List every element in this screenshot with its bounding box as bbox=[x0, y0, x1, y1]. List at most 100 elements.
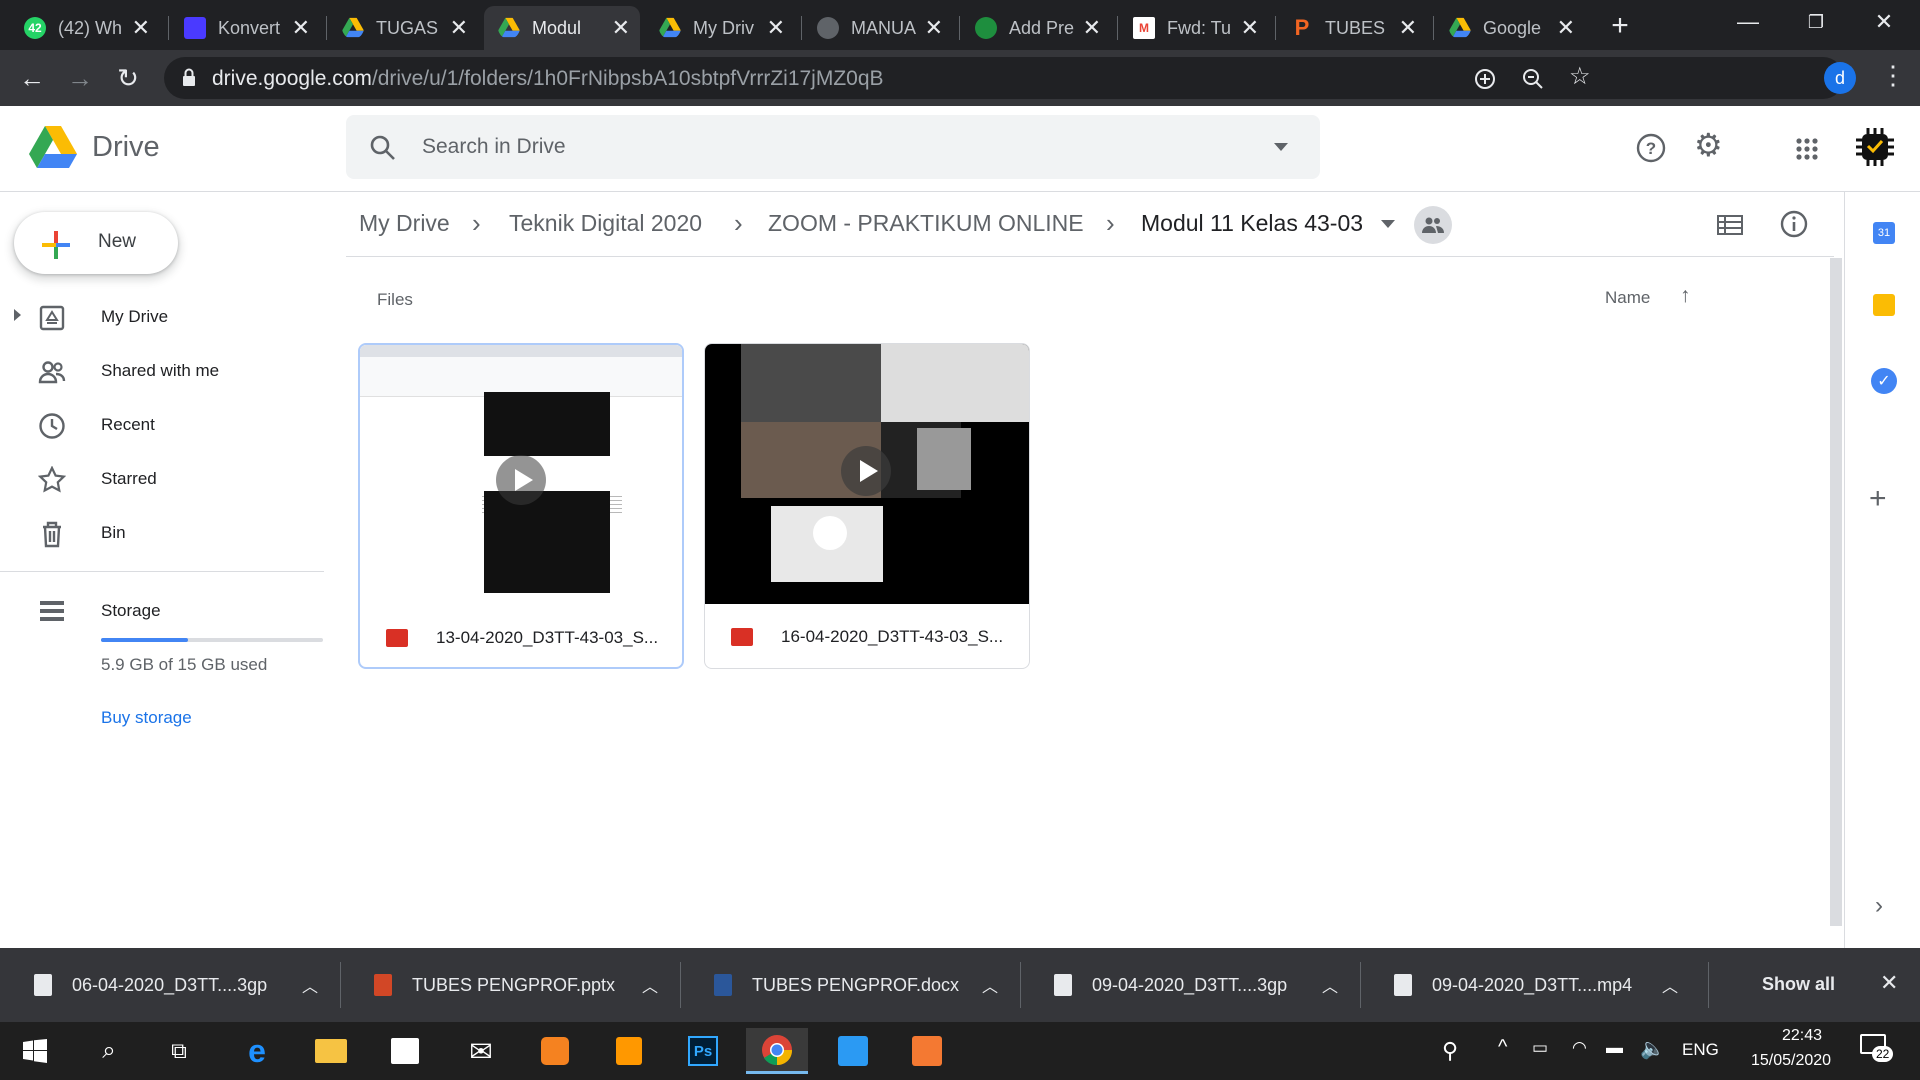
task-view-icon[interactable]: ⧉ bbox=[148, 1028, 210, 1074]
sidebar-item-storage[interactable]: Storage bbox=[0, 588, 320, 636]
add-circle-icon[interactable] bbox=[1474, 68, 1496, 90]
close-icon[interactable]: ✕ bbox=[612, 15, 630, 41]
photoshop-icon[interactable]: Ps bbox=[672, 1028, 734, 1074]
new-tab-button[interactable]: + bbox=[1592, 4, 1648, 48]
download-item[interactable]: TUBES PENGPROF.pptx ︿ bbox=[340, 948, 680, 1022]
close-icon[interactable]: ✕ bbox=[767, 15, 785, 41]
close-icon[interactable]: ✕ bbox=[925, 15, 943, 41]
breadcrumb-my-drive[interactable]: My Drive bbox=[359, 210, 450, 237]
restore-button[interactable]: ❐ bbox=[1788, 0, 1844, 44]
menu-icon[interactable]: ⋮ bbox=[1880, 60, 1906, 91]
file-card[interactable]: 16-04-2020_D3TT-43-03_S... bbox=[704, 343, 1030, 669]
forward-button[interactable]: → bbox=[62, 60, 98, 96]
close-window-button[interactable]: ✕ bbox=[1856, 0, 1912, 44]
close-icon[interactable]: ✕ bbox=[292, 15, 310, 41]
close-icon[interactable]: ✕ bbox=[450, 15, 468, 41]
download-item[interactable]: 09-04-2020_D3TT....mp4 ︿ bbox=[1360, 948, 1700, 1022]
clock-date[interactable]: 15/05/2020 bbox=[1736, 1052, 1846, 1070]
download-item[interactable]: 06-04-2020_D3TT....3gp ︿ bbox=[0, 948, 340, 1022]
show-all-button[interactable]: Show all bbox=[1748, 966, 1849, 1004]
play-icon[interactable] bbox=[496, 455, 546, 505]
breadcrumb-zoom-praktikum[interactable]: ZOOM - PRAKTIKUM ONLINE bbox=[768, 210, 1084, 237]
close-icon[interactable]: ✕ bbox=[1399, 15, 1417, 41]
chevron-up-icon[interactable]: ^ bbox=[1498, 1036, 1507, 1059]
mail-icon[interactable]: ✉ bbox=[450, 1028, 512, 1074]
search-box[interactable]: Search in Drive bbox=[346, 115, 1320, 179]
sidebar-item-starred[interactable]: Starred bbox=[0, 456, 320, 504]
tab-tugas[interactable]: TUGAS ✕ bbox=[328, 6, 478, 50]
download-item[interactable]: TUBES PENGPROF.docx ︿ bbox=[680, 948, 1020, 1022]
search-icon[interactable] bbox=[370, 135, 396, 161]
sublime-icon[interactable] bbox=[598, 1028, 660, 1074]
chevron-right-icon[interactable]: › bbox=[1875, 892, 1883, 920]
word-icon[interactable] bbox=[822, 1028, 884, 1074]
start-button[interactable] bbox=[4, 1028, 66, 1074]
play-icon[interactable] bbox=[841, 446, 891, 496]
search-options-icon[interactable] bbox=[1274, 143, 1288, 151]
sidebar-item-recent[interactable]: Recent bbox=[0, 402, 320, 450]
clock-time[interactable]: 22:43 bbox=[1762, 1027, 1842, 1045]
close-downloads-icon[interactable]: ✕ bbox=[1880, 970, 1898, 996]
file-card[interactable]: 13-04-2020_D3TT-43-03_S... bbox=[358, 343, 684, 669]
chevron-up-icon[interactable]: ︿ bbox=[1322, 973, 1338, 997]
keep-icon[interactable] bbox=[1873, 294, 1895, 316]
close-icon[interactable]: ✕ bbox=[132, 15, 150, 41]
profile-avatar[interactable]: d bbox=[1824, 62, 1856, 94]
back-button[interactable]: ← bbox=[14, 60, 50, 96]
sidebar-item-bin[interactable]: Bin bbox=[0, 510, 320, 558]
info-icon[interactable] bbox=[1780, 210, 1808, 238]
battery-icon[interactable]: ▬ bbox=[1606, 1038, 1623, 1058]
buy-storage-link[interactable]: Buy storage bbox=[101, 708, 192, 728]
chevron-up-icon[interactable]: ︿ bbox=[982, 973, 998, 997]
people-icon[interactable]: ⚲ bbox=[1442, 1038, 1458, 1064]
breadcrumb-teknik-digital[interactable]: Teknik Digital 2020 bbox=[509, 210, 702, 237]
close-icon[interactable]: ✕ bbox=[1241, 15, 1259, 41]
close-icon[interactable]: ✕ bbox=[1083, 15, 1101, 41]
zoom-icon[interactable] bbox=[1522, 68, 1544, 90]
tab-manual[interactable]: MANUA ✕ bbox=[803, 6, 953, 50]
tab-modul[interactable]: Modul ✕ bbox=[484, 6, 640, 50]
store-icon[interactable] bbox=[374, 1028, 436, 1074]
search-input[interactable]: Search in Drive bbox=[422, 135, 566, 159]
wps-presentation-icon[interactable] bbox=[896, 1028, 958, 1074]
settings-gear-icon[interactable]: ⚙ bbox=[1694, 126, 1723, 164]
bookmark-star-icon[interactable]: ☆ bbox=[1569, 62, 1591, 91]
tab-gmail[interactable]: M Fwd: Tu ✕ bbox=[1119, 6, 1269, 50]
tasks-icon[interactable]: ✓ bbox=[1871, 368, 1897, 394]
close-icon[interactable]: ✕ bbox=[1557, 15, 1575, 41]
edge-icon[interactable]: e bbox=[226, 1028, 288, 1074]
download-item[interactable]: 09-04-2020_D3TT....3gp ︿ bbox=[1020, 948, 1360, 1022]
expand-arrow-icon[interactable] bbox=[14, 309, 21, 321]
google-drive-logo-icon[interactable] bbox=[28, 126, 78, 170]
search-taskbar-icon[interactable]: ⌕ bbox=[78, 1028, 140, 1074]
sidebar-item-shared[interactable]: Shared with me bbox=[0, 348, 320, 396]
calendar-icon[interactable]: 31 bbox=[1873, 222, 1895, 244]
shared-folder-icon[interactable] bbox=[1414, 206, 1452, 244]
battery-alert-icon[interactable]: ▭ bbox=[1532, 1038, 1548, 1058]
sidebar-item-my-drive[interactable]: My Drive bbox=[0, 294, 320, 342]
tab-google[interactable]: Google ✕ bbox=[1435, 6, 1585, 50]
chevron-down-icon[interactable] bbox=[1381, 220, 1395, 228]
tab-my-drive[interactable]: My Driv ✕ bbox=[645, 6, 795, 50]
chevron-up-icon[interactable]: ︿ bbox=[1662, 973, 1678, 997]
tab-whatsapp[interactable]: 42 (42) Wh ✕ bbox=[10, 6, 160, 50]
add-addon-icon[interactable]: + bbox=[1869, 482, 1887, 516]
list-view-icon[interactable] bbox=[1717, 215, 1743, 235]
sort-label[interactable]: Name bbox=[1605, 288, 1650, 308]
chevron-up-icon[interactable]: ︿ bbox=[302, 973, 318, 997]
address-bar[interactable]: drive.google.com/drive/u/1/folders/1h0Fr… bbox=[164, 57, 1844, 99]
tab-konvert[interactable]: Konvert ✕ bbox=[170, 6, 320, 50]
reload-button[interactable]: ↻ bbox=[110, 60, 146, 96]
chevron-up-icon[interactable]: ︿ bbox=[642, 973, 658, 997]
volume-icon[interactable]: 🔈 bbox=[1640, 1036, 1665, 1061]
new-button[interactable]: New bbox=[14, 212, 178, 274]
account-chip-icon[interactable] bbox=[1854, 126, 1896, 168]
apps-grid-icon[interactable] bbox=[1796, 138, 1818, 160]
help-icon[interactable]: ? bbox=[1636, 133, 1666, 163]
wifi-icon[interactable]: ◠ bbox=[1572, 1038, 1587, 1058]
minimize-button[interactable]: — bbox=[1720, 0, 1776, 44]
sort-ascending-icon[interactable]: ↑ bbox=[1680, 284, 1691, 308]
media-player-icon[interactable] bbox=[524, 1028, 586, 1074]
tab-add-pre[interactable]: Add Pre ✕ bbox=[961, 6, 1111, 50]
language-indicator[interactable]: ENG bbox=[1682, 1040, 1719, 1060]
